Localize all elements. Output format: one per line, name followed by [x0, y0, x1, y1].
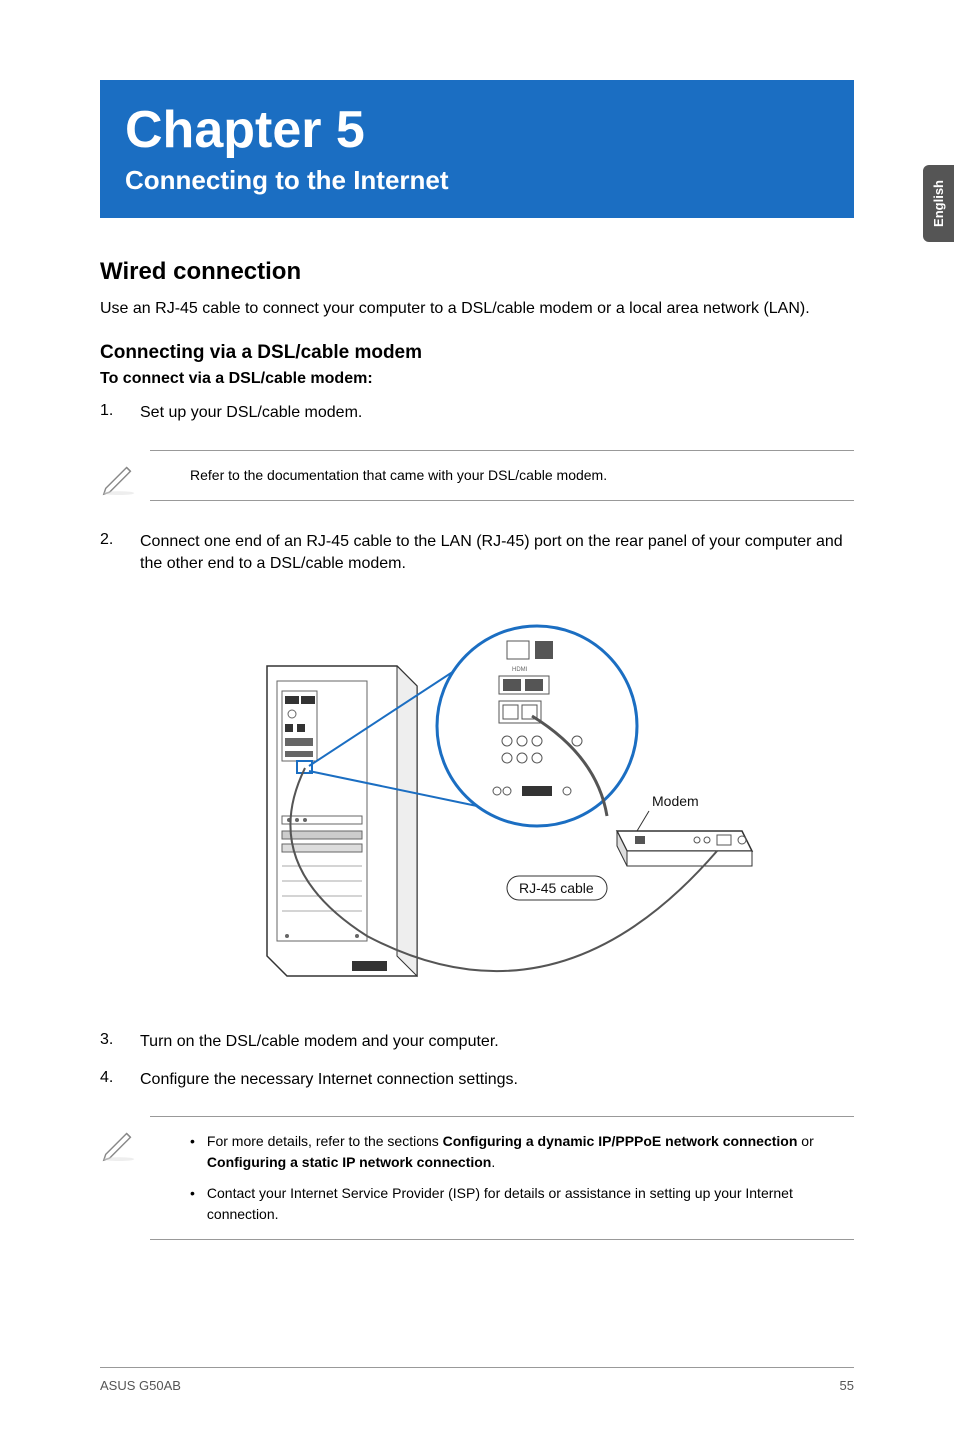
subsection-title: Connecting via a DSL/cable modem: [100, 342, 854, 364]
step-1: 1. Set up your DSL/cable modem.: [100, 402, 854, 424]
footer-left: ASUS G50AB: [100, 1378, 181, 1393]
connection-diagram: HDMI: [100, 606, 854, 991]
svg-text:HDMI: HDMI: [512, 667, 528, 673]
rj45-cable-label: RJ-45 cable: [519, 880, 594, 896]
step-number: 1.: [100, 402, 140, 424]
section-intro: Use an RJ-45 cable to connect your compu…: [100, 298, 854, 320]
note-bullet-1: • For more details, refer to the section…: [190, 1131, 854, 1173]
chapter-subtitle: Connecting to the Internet: [125, 165, 829, 196]
step-text: Connect one end of an RJ-45 cable to the…: [140, 531, 854, 576]
step-number: 2.: [100, 531, 140, 576]
footer-right: 55: [840, 1378, 854, 1393]
note-2: • For more details, refer to the section…: [100, 1116, 854, 1240]
pencil-icon: [100, 1116, 150, 1167]
instruction-heading: To connect via a DSL/cable modem:: [100, 370, 854, 388]
step-text: Configure the necessary Internet connect…: [140, 1069, 518, 1091]
note-bullet-2: • Contact your Internet Service Provider…: [190, 1183, 854, 1225]
page: Chapter 5 Connecting to the Internet Wir…: [0, 0, 954, 1320]
note-body: Refer to the documentation that came wit…: [150, 450, 854, 501]
step-number: 4.: [100, 1069, 140, 1091]
step-2: 2. Connect one end of an RJ-45 cable to …: [100, 531, 854, 576]
step-text: Turn on the DSL/cable modem and your com…: [140, 1031, 499, 1053]
chapter-title: Chapter 5: [125, 100, 829, 160]
section-title: Wired connection: [100, 258, 854, 286]
pencil-icon: [100, 450, 150, 501]
note-text: Refer to the documentation that came wit…: [190, 467, 607, 483]
modem-label: Modem: [652, 793, 699, 809]
note-body: • For more details, refer to the section…: [150, 1116, 854, 1240]
note-1: Refer to the documentation that came wit…: [100, 450, 854, 501]
step-number: 3.: [100, 1031, 140, 1053]
modem-icon: Modem: [617, 793, 752, 866]
page-footer: ASUS G50AB 55: [100, 1367, 854, 1393]
step-3: 3. Turn on the DSL/cable modem and your …: [100, 1031, 854, 1053]
step-text: Set up your DSL/cable modem.: [140, 402, 362, 424]
chapter-header: Chapter 5 Connecting to the Internet: [100, 80, 854, 218]
step-4: 4. Configure the necessary Internet conn…: [100, 1069, 854, 1091]
